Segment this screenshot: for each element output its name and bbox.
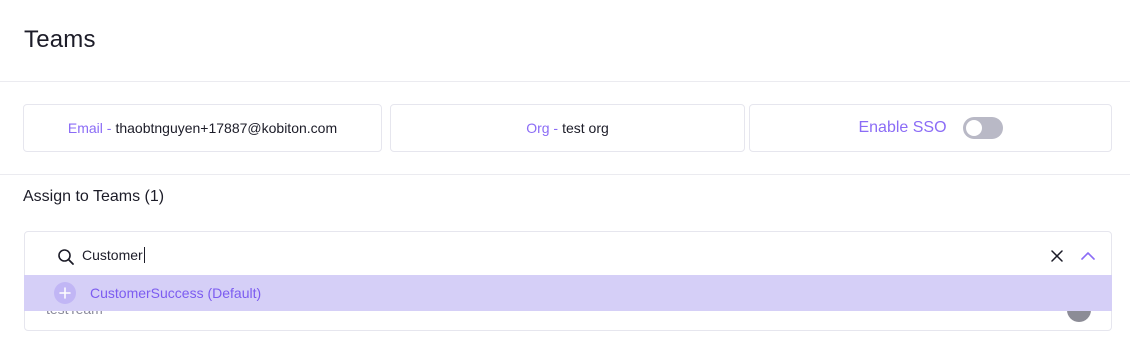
sso-label: Enable SSO xyxy=(858,119,947,136)
team-option-label: CustomerSuccess (Default) xyxy=(90,285,262,301)
email-value: thaobtnguyen+17887@kobiton.com xyxy=(115,120,338,136)
chevron-up-icon[interactable] xyxy=(1081,251,1095,261)
assign-teams-title: Assign to Teams (1) xyxy=(23,188,165,205)
org-card: Org - test org xyxy=(390,104,745,152)
team-search-row[interactable]: Customer xyxy=(25,232,1111,276)
sso-card: Enable SSO xyxy=(749,104,1112,152)
org-label: Org - xyxy=(526,120,559,136)
text-caret xyxy=(143,247,145,263)
section-divider xyxy=(0,174,1130,175)
page-title: Teams xyxy=(24,26,96,53)
close-icon[interactable] xyxy=(1051,250,1063,262)
org-value: test org xyxy=(562,120,609,136)
team-search-value: Customer xyxy=(82,247,143,263)
search-icon xyxy=(58,249,74,265)
team-option-customersuccess[interactable]: CustomerSuccess (Default) xyxy=(24,275,1112,311)
email-label: Email - xyxy=(67,120,112,136)
email-card: Email - thaobtnguyen+17887@kobiton.com xyxy=(23,104,382,152)
team-search-input[interactable]: Customer xyxy=(82,247,145,263)
toggle-knob xyxy=(965,120,982,136)
page-header: Teams xyxy=(0,0,1130,82)
plus-icon xyxy=(54,282,76,304)
sso-toggle[interactable] xyxy=(962,117,1003,139)
